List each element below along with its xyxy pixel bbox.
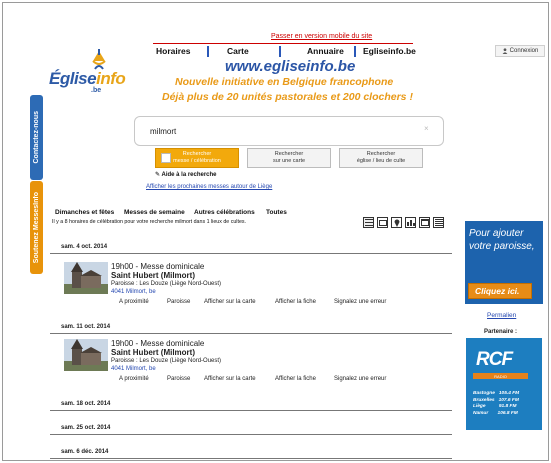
date-heading: sam. 6 déc. 2014 (61, 449, 109, 455)
mass-address[interactable]: 4041 Milmort, be (111, 289, 156, 295)
support-sidetab[interactable]: Soutenez MessesInfo (30, 181, 43, 274)
divider (50, 458, 452, 459)
search-help-label: Aide à la recherche (161, 172, 217, 178)
action-parish[interactable]: Paroisse (167, 299, 190, 305)
church-thumbnail[interactable] (64, 339, 108, 371)
search-help-link[interactable]: ✎ Aide à la recherche (155, 171, 217, 178)
action-parish[interactable]: Paroisse (167, 376, 190, 382)
church-thumbnail[interactable] (64, 262, 108, 294)
checkbox-icon (161, 153, 171, 163)
mass-church-link[interactable]: Saint Hubert (Milmort) (111, 271, 195, 280)
nav-separator (354, 46, 356, 57)
divider (50, 410, 452, 411)
nav-annuaire[interactable]: Annuaire (307, 46, 344, 56)
date-heading: sam. 4 oct. 2014 (61, 244, 108, 250)
date-heading: sam. 18 oct. 2014 (61, 401, 111, 407)
mass-address[interactable]: 4041 Milmort, be (111, 366, 156, 372)
search-church-button[interactable]: Rechercher église / lieu de culte (339, 148, 423, 168)
logo-eglise: Église (49, 69, 97, 88)
search-input[interactable] (150, 123, 438, 139)
logo-info: info (96, 69, 126, 88)
user-icon (502, 48, 508, 54)
tagline-1: Nouvelle initiative en Belgique francoph… (175, 76, 394, 88)
support-label: Soutenez MessesInfo (33, 191, 40, 264)
search-church-label-1: Rechercher (366, 151, 396, 157)
nav-horaires[interactable]: Horaires (156, 46, 191, 56)
map-pin-icon[interactable] (391, 217, 402, 228)
mobile-version-link[interactable]: Passer en version mobile du site (271, 33, 372, 40)
nav-carte[interactable]: Carte (227, 46, 249, 56)
mass-church-link[interactable]: Saint Hubert (Milmort) (111, 348, 195, 357)
connexion-button[interactable]: Connexion (495, 45, 545, 57)
add-parish-text: Pour ajouter votre paroisse, (469, 228, 535, 252)
divider (50, 434, 452, 435)
filter-all[interactable]: Toutes (266, 209, 287, 216)
text-view-icon[interactable] (433, 217, 444, 228)
action-report-error[interactable]: Signalez une erreur (334, 376, 386, 382)
contact-label: Contactez-nous (33, 111, 40, 164)
tagline-2: Déjà plus de 20 unités pastorales et 200… (162, 91, 413, 103)
action-sheet[interactable]: Afficher la fiche (275, 376, 316, 382)
card-view-icon[interactable] (377, 217, 388, 228)
result-count-text: Il y a 8 horaires de célébration pour vo… (52, 219, 247, 225)
action-nearby[interactable]: A proximité (119, 376, 149, 382)
filter-weekdays[interactable]: Messes de semaine (124, 209, 185, 216)
nav-egliseinfo[interactable]: Egliseinfo.be (363, 46, 416, 56)
date-heading: sam. 11 oct. 2014 (61, 324, 111, 330)
mass-time: 19h00 - Messe dominicale (111, 262, 205, 271)
filter-sundays[interactable]: Dimanches et fêtes (55, 209, 114, 216)
rcf-frequencies: Bastogne 105.4 FM Bruxelles 107.6 FM Liè… (473, 391, 520, 416)
add-parish-button[interactable]: Cliquez ici. (468, 283, 532, 299)
list-view-icon[interactable] (363, 217, 374, 228)
mass-parish: Paroisse : Les Douze (Liège Nord-Ouest) (111, 358, 222, 364)
logo-be: .be (91, 87, 102, 94)
search-map-label-1: Rechercher (274, 151, 304, 157)
header-divider (153, 43, 413, 44)
clear-search-icon[interactable]: × (424, 124, 429, 133)
rcf-band: RADIO (473, 373, 528, 379)
action-report-error[interactable]: Signalez une erreur (334, 299, 386, 305)
action-map[interactable]: Afficher sur la carte (204, 376, 256, 382)
filter-other[interactable]: Autres célébrations (194, 209, 255, 216)
nearby-masses-link[interactable]: Afficher les prochaines messes autour de… (146, 184, 272, 190)
partner-label: Partenaire : (484, 329, 518, 335)
divider (50, 253, 452, 254)
date-heading: sam. 25 oct. 2014 (61, 425, 111, 431)
action-sheet[interactable]: Afficher la fiche (275, 299, 316, 305)
search-map-label-2: sur une carte (272, 158, 306, 164)
mass-time: 19h00 - Messe dominicale (111, 339, 205, 348)
site-url-heading: www.egliseinfo.be (225, 58, 356, 75)
divider (50, 333, 452, 334)
calendar-view-icon[interactable] (419, 217, 430, 228)
action-map[interactable]: Afficher sur la carte (204, 299, 256, 305)
pencil-icon: ✎ (155, 172, 161, 178)
contact-sidetab[interactable]: Contactez-nous (30, 95, 43, 180)
connexion-label: Connexion (509, 48, 539, 54)
page-frame: Passer en version mobile du site Horaire… (2, 2, 549, 461)
search-church-label-2: église / lieu de culte (356, 158, 406, 164)
chart-view-icon[interactable] (405, 217, 416, 228)
search-map-button[interactable]: Rechercher sur une carte (247, 148, 331, 168)
nav-separator (207, 46, 209, 57)
site-logo[interactable]: Égliseinfo (49, 69, 126, 89)
mass-parish: Paroisse : Les Douze (Liège Nord-Ouest) (111, 281, 222, 287)
search-mass-label-1: Rechercher (182, 151, 212, 157)
nav-separator (279, 46, 281, 57)
action-nearby[interactable]: A proximité (119, 299, 149, 305)
permalink[interactable]: Permalien (487, 312, 516, 319)
search-mass-label-2: messe / célébration (173, 158, 221, 164)
rcf-logo: RCF (476, 349, 513, 370)
